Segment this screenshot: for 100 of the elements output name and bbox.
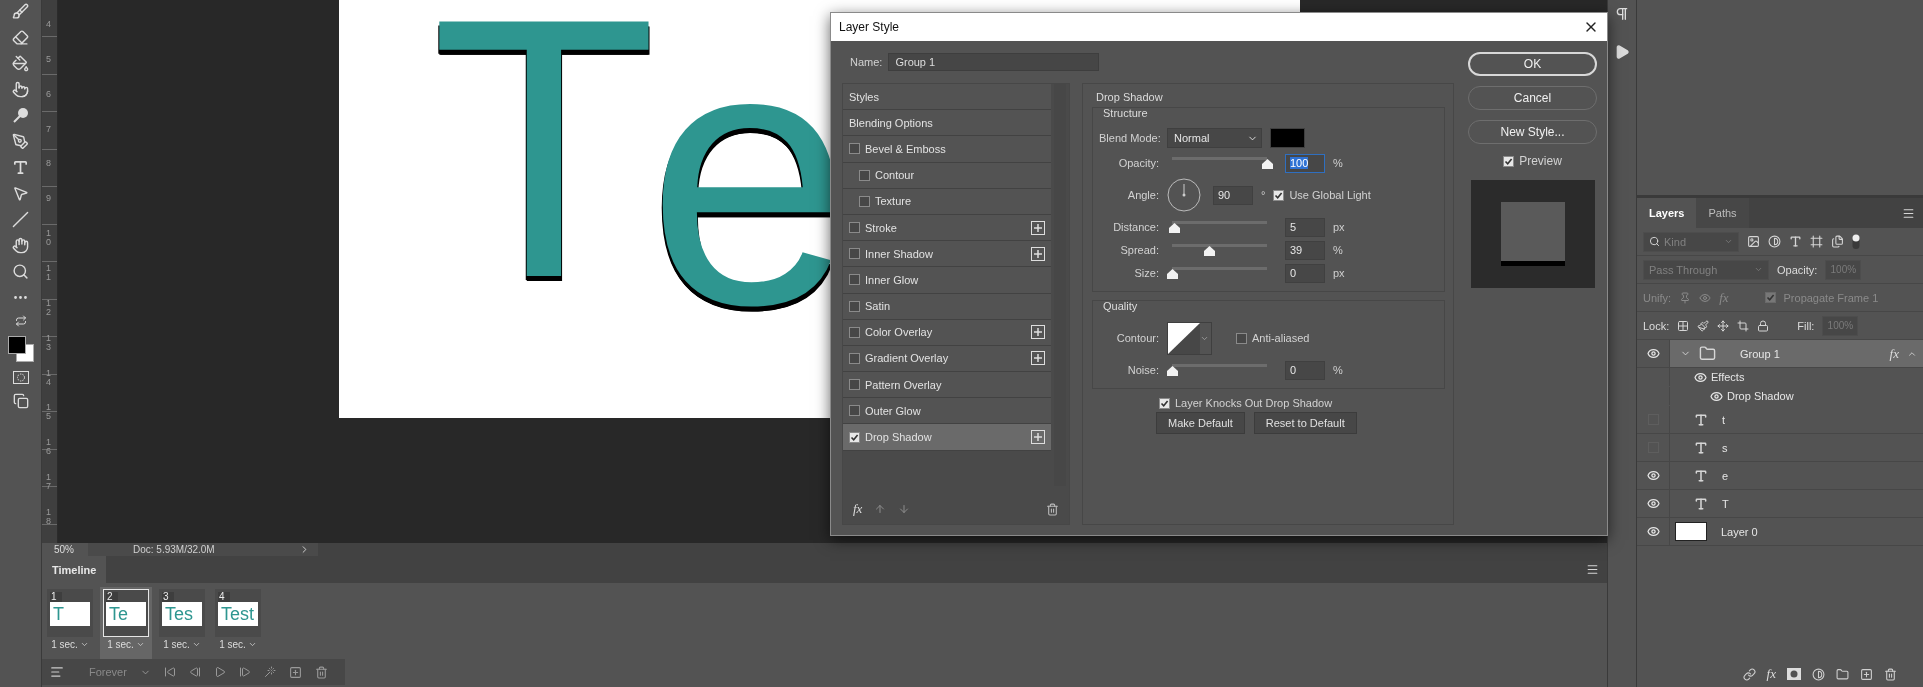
frame-delay[interactable]: 1 sec. (163, 639, 190, 650)
angle-dial[interactable] (1167, 178, 1201, 212)
visibility-eye-icon[interactable] (1710, 389, 1723, 403)
style-list-item[interactable]: Pattern Overlay (843, 372, 1051, 399)
new-frame-icon[interactable] (288, 665, 302, 679)
checkbox[interactable] (849, 143, 860, 155)
style-list-item[interactable]: Outer Glow (843, 398, 1051, 425)
value-field[interactable]: 0 (1285, 360, 1325, 380)
checkbox[interactable] (1764, 292, 1776, 303)
timeline-mode-icon[interactable] (50, 665, 64, 679)
lock-position-icon[interactable] (1717, 319, 1730, 332)
line-icon[interactable] (12, 211, 29, 228)
name-field[interactable]: Group 1 (888, 53, 1100, 71)
chevron-down-icon[interactable] (79, 640, 89, 649)
blend-mode-select[interactable]: Normal (1167, 128, 1262, 148)
layer-row[interactable]: t (1670, 406, 1923, 433)
zoom-icon[interactable] (12, 263, 29, 280)
default-button[interactable]: Make Default (1156, 412, 1245, 434)
frame-delay[interactable]: 1 sec. (107, 639, 134, 650)
slider-thumb[interactable] (1204, 245, 1216, 256)
checkbox[interactable] (849, 300, 860, 312)
slider-thumb[interactable] (1167, 365, 1178, 376)
layer-row[interactable]: Layer 0 (1670, 518, 1923, 545)
checkbox[interactable] (859, 169, 870, 181)
slider-thumb[interactable] (1262, 158, 1273, 169)
value-field[interactable]: 100 (1285, 153, 1325, 173)
visibility-eye-icon[interactable] (1694, 370, 1707, 384)
color-swatches-drawing[interactable] (7, 336, 34, 362)
checkbox[interactable] (849, 274, 860, 286)
frame-delay[interactable]: 1 sec. (51, 639, 78, 650)
style-list-item[interactable]: Blending Options (843, 110, 1051, 137)
style-list-item[interactable]: Gradient Overlay (843, 345, 1051, 373)
checkbox[interactable] (859, 195, 870, 207)
brush-icon[interactable] (12, 3, 29, 20)
delete-icon[interactable] (314, 665, 328, 679)
style-list-item[interactable]: Satin (843, 293, 1051, 320)
play-icon[interactable] (1614, 44, 1630, 60)
value-field[interactable]: 0 (1285, 263, 1325, 283)
lock-transparency-icon[interactable] (1677, 319, 1690, 332)
delete-icon[interactable] (1046, 502, 1059, 516)
folder-icon[interactable] (1836, 667, 1849, 681)
slider-thumb[interactable] (1168, 222, 1180, 233)
play-icon[interactable] (213, 666, 226, 678)
image-icon[interactable] (1747, 235, 1760, 248)
checkbox[interactable] (849, 431, 860, 443)
color-swatch[interactable] (1270, 128, 1305, 148)
visibility-eye-icon[interactable] (1646, 469, 1660, 482)
dialog-button[interactable]: Cancel (1468, 86, 1597, 110)
style-list-item[interactable]: Styles (843, 84, 1051, 111)
panel-menu-icon[interactable] (1586, 563, 1599, 576)
checkbox[interactable] (849, 326, 860, 338)
checkbox[interactable] (849, 222, 860, 234)
screen-mode-icon[interactable] (12, 393, 29, 409)
lock-pixels-icon[interactable] (1697, 319, 1710, 332)
add-button[interactable] (1031, 430, 1045, 445)
fx-label[interactable]: fx (1766, 666, 1776, 682)
panel-menu-icon[interactable] (1902, 206, 1915, 220)
checkbox[interactable] (1273, 189, 1285, 201)
next-frame-icon[interactable] (238, 666, 251, 678)
style-list-item[interactable]: Drop Shadow (843, 424, 1051, 451)
default-button[interactable]: Reset to Default (1253, 412, 1357, 434)
panel-tab[interactable]: Paths (1696, 198, 1749, 228)
checkbox[interactable] (849, 405, 860, 417)
tween-icon[interactable] (263, 666, 276, 678)
swap-colors-icon[interactable] (14, 315, 27, 327)
dialog-button[interactable]: OK (1468, 52, 1597, 76)
style-list-item[interactable]: Bevel & Emboss (843, 136, 1051, 163)
first-frame-icon[interactable] (163, 666, 176, 678)
checkbox[interactable] (1236, 332, 1247, 344)
type-icon[interactable] (1789, 235, 1802, 248)
previous-frame-icon[interactable] (188, 666, 201, 678)
style-list-item[interactable]: Stroke (843, 214, 1051, 242)
chevron-down-icon[interactable] (191, 640, 201, 649)
checkbox[interactable] (849, 352, 860, 364)
contour-picker[interactable] (1167, 321, 1212, 355)
paint-bucket-icon[interactable] (12, 55, 29, 72)
slider-thumb[interactable] (1167, 268, 1178, 279)
layer-row[interactable]: s (1670, 434, 1923, 461)
value-field[interactable]: 90 (1213, 185, 1253, 205)
lock-icon[interactable] (1757, 319, 1770, 332)
animation-frame[interactable]: 2 Te 1 sec. (100, 587, 152, 659)
visibility-eye-icon[interactable] (1646, 525, 1660, 538)
checkbox[interactable] (849, 248, 860, 260)
style-list-item[interactable]: Inner Shadow (843, 241, 1051, 268)
dodge-icon[interactable] (12, 107, 29, 124)
frame-delay[interactable]: 1 sec. (219, 639, 246, 650)
visibility-eye-icon[interactable] (1646, 497, 1660, 510)
layer-row[interactable]: T (1670, 490, 1923, 517)
link-icon[interactable] (1742, 667, 1756, 681)
smart-object-icon[interactable] (1831, 235, 1844, 248)
arrow-pointer-icon[interactable] (12, 185, 29, 202)
shape-icon[interactable] (1810, 235, 1823, 248)
style-list-item[interactable]: Contour (843, 162, 1051, 189)
style-list-item[interactable]: Inner Glow (843, 267, 1051, 294)
style-list-item[interactable]: Texture (843, 188, 1051, 215)
checkbox[interactable] (849, 379, 860, 391)
timeline-tab[interactable]: Timeline (42, 556, 107, 583)
adjustment-icon[interactable] (1768, 235, 1781, 248)
value-field[interactable]: 5 (1285, 217, 1325, 237)
mask-icon[interactable] (1787, 668, 1801, 680)
